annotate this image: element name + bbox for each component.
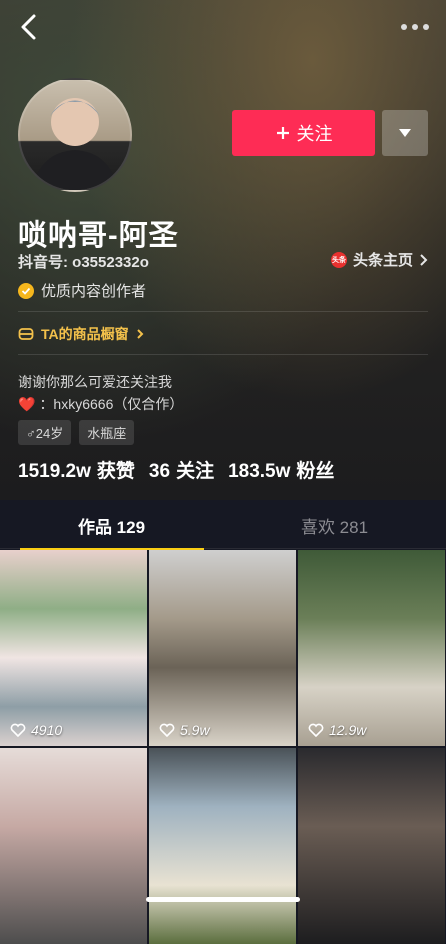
heart-icon xyxy=(159,723,175,737)
bio-contact: ：hxky6666（仅合作） xyxy=(39,396,184,412)
more-dots-icon[interactable] xyxy=(398,12,432,42)
verified-badge: 优质内容创作者 xyxy=(18,280,146,301)
shop-label: TA的商品橱窗 xyxy=(41,326,129,342)
video-thumbnail[interactable]: 5.9w xyxy=(149,550,296,746)
plus-icon xyxy=(276,127,289,139)
heart-icon xyxy=(308,723,324,737)
video-thumbnail[interactable]: 4910 xyxy=(0,550,147,746)
gender-age-tag: ♂24岁 xyxy=(18,420,72,445)
tab-works[interactable]: 作品 129 xyxy=(0,502,223,548)
video-thumbnail[interactable] xyxy=(0,748,147,944)
toutiao-logo-icon: 头条 xyxy=(330,251,347,268)
content-tabs: 作品 129 喜欢 281 xyxy=(0,502,446,550)
follow-button[interactable]: 关注 xyxy=(232,110,375,156)
like-count: 12.9w xyxy=(308,722,366,738)
zodiac-tag: 水瓶座 xyxy=(79,420,135,445)
divider xyxy=(18,311,428,312)
profile-name: 唢呐哥-阿圣 xyxy=(18,220,179,252)
heart-icon: ❤️ xyxy=(18,395,36,412)
verified-check-icon xyxy=(18,282,34,299)
verified-label: 优质内容创作者 xyxy=(41,283,147,300)
recommend-dropdown-button[interactable] xyxy=(382,110,428,156)
profile-tags: ♂24岁 水瓶座 xyxy=(18,420,135,445)
like-count: 4910 xyxy=(10,722,62,738)
stat-likes[interactable]: 1519.2w 获赞 xyxy=(18,456,135,483)
heart-icon xyxy=(10,723,26,737)
back-arrow-icon[interactable] xyxy=(14,10,44,44)
tab-likes[interactable]: 喜欢 281 xyxy=(223,502,446,548)
like-count: 5.9w xyxy=(159,722,210,738)
chevron-right-icon xyxy=(420,253,428,266)
chevron-right-icon xyxy=(136,329,144,339)
dropdown-triangle-icon xyxy=(399,129,411,137)
video-thumbnail[interactable] xyxy=(149,748,296,944)
follow-label: 关注 xyxy=(296,124,333,144)
top-bar xyxy=(0,0,446,54)
shop-bag-icon xyxy=(18,328,34,340)
video-grid: 4910 5.9w 12.9w xyxy=(0,550,446,944)
shop-window-link[interactable]: TA的商品橱窗 xyxy=(18,324,144,344)
stat-following[interactable]: 36 关注 xyxy=(149,456,214,483)
bio-line-2: ❤️ ：hxky6666（仅合作） xyxy=(18,394,183,414)
video-thumbnail[interactable]: 12.9w xyxy=(298,550,445,746)
toutiao-label: 头条主页 xyxy=(352,252,413,269)
profile-stats: 1519.2w 获赞 36 关注 183.5w 粉丝 xyxy=(18,456,334,483)
toutiao-homepage-link[interactable]: 头条 头条主页 xyxy=(330,249,428,270)
divider xyxy=(18,354,428,355)
stat-followers[interactable]: 183.5w 粉丝 xyxy=(228,456,334,483)
avatar[interactable] xyxy=(18,78,132,192)
bio-line-1: 谢谢你那么可爱还关注我 xyxy=(18,374,172,390)
video-thumbnail[interactable] xyxy=(298,748,445,944)
profile-handle: 抖音号: o3552332o xyxy=(18,254,149,271)
home-indicator xyxy=(146,897,300,902)
